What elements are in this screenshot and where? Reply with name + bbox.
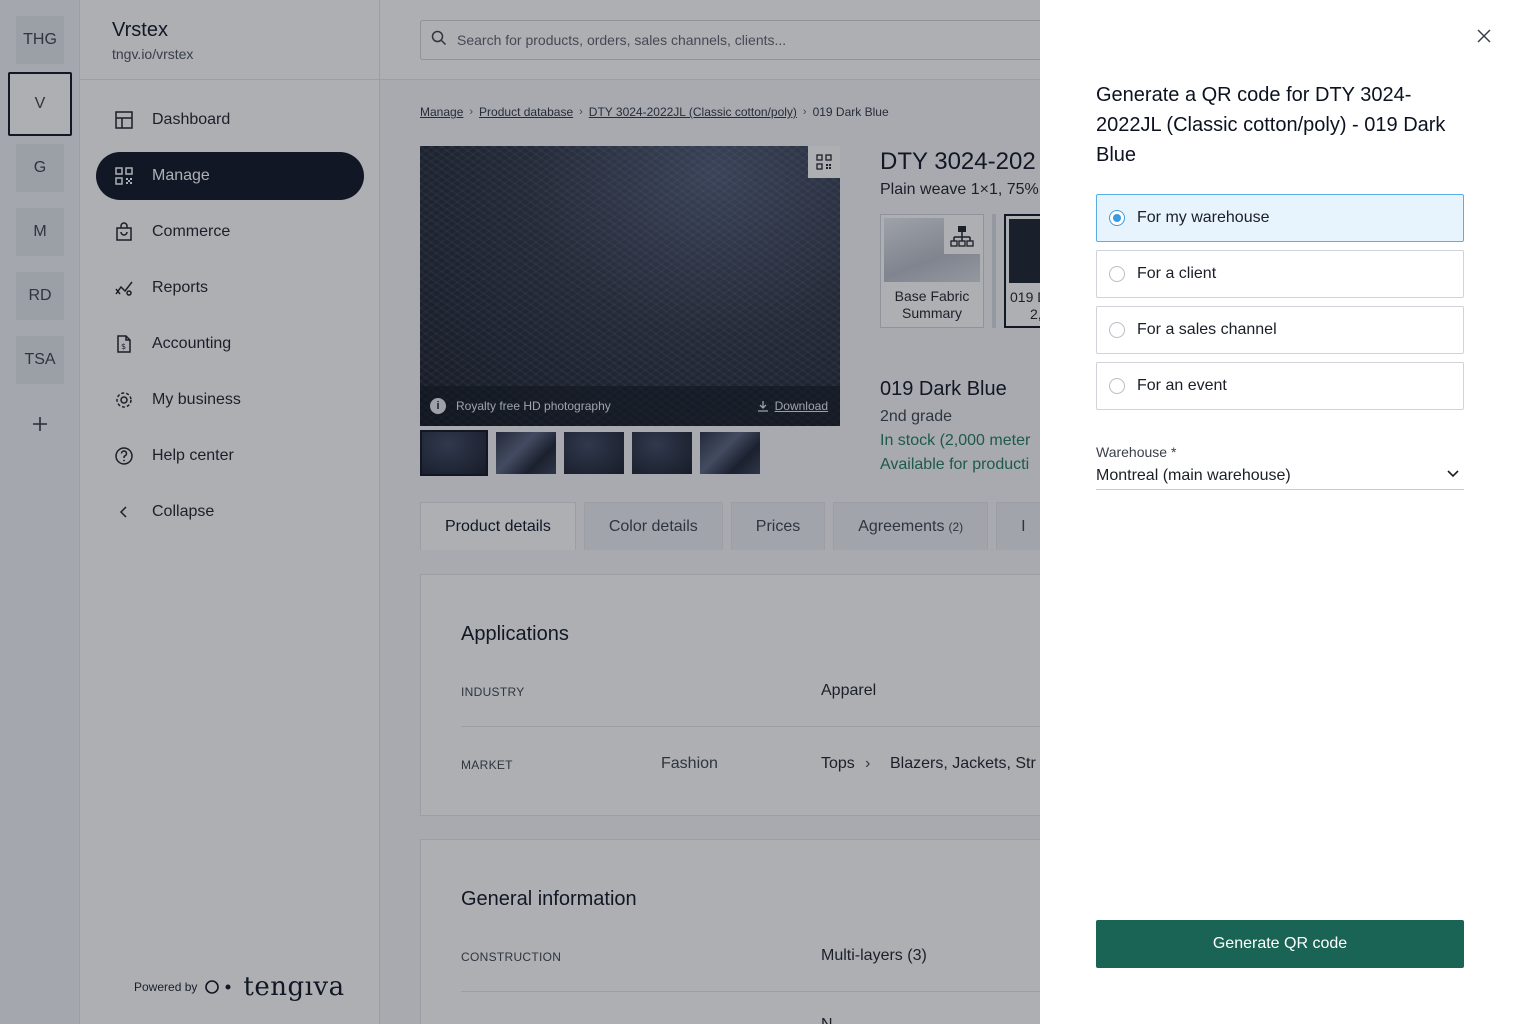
option-my-warehouse[interactable]: For my warehouse (1096, 194, 1464, 242)
drawer-title: Generate a QR code for DTY 3024-2022JL (… (1096, 84, 1446, 166)
radio-button[interactable] (1109, 266, 1125, 282)
warehouse-select[interactable]: Montreal (main warehouse) (1096, 462, 1464, 490)
chevron-down-icon (1446, 466, 1460, 485)
option-sales-channel[interactable]: For a sales channel (1096, 306, 1464, 354)
option-label: For a client (1137, 265, 1217, 282)
option-label: For a sales channel (1137, 321, 1277, 338)
modal-overlay[interactable] (0, 0, 1040, 1024)
radio-button[interactable] (1109, 378, 1125, 394)
warehouse-label: Warehouse * (1096, 444, 1177, 460)
radio-button[interactable] (1109, 210, 1125, 226)
warehouse-value: Montreal (main warehouse) (1096, 466, 1291, 484)
option-client[interactable]: For a client (1096, 250, 1464, 298)
option-event[interactable]: For an event (1096, 362, 1464, 410)
option-label: For my warehouse (1137, 209, 1270, 226)
generate-qr-button[interactable]: Generate QR code (1096, 920, 1464, 968)
option-label: For an event (1137, 377, 1227, 394)
close-icon[interactable] (1472, 24, 1496, 48)
qr-code-drawer: Generate a QR code for DTY 3024-2022JL (… (1040, 0, 1520, 1024)
radio-button[interactable] (1109, 322, 1125, 338)
